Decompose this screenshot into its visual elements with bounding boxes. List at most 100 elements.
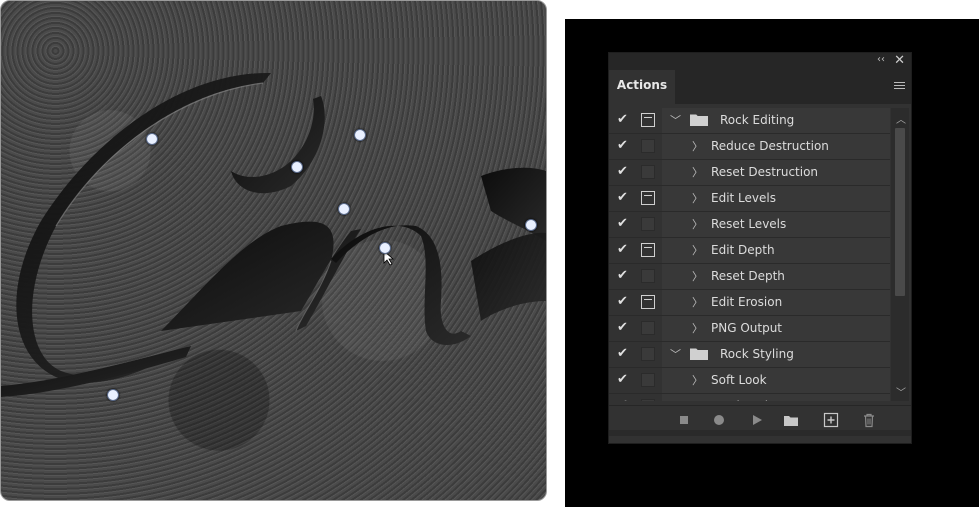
action-label: Reset Levels bbox=[711, 217, 787, 231]
chevron-right-icon[interactable]: 〉 bbox=[692, 216, 703, 232]
action-row[interactable]: ✔ 〉 PNG Output bbox=[609, 316, 890, 342]
check-icon[interactable]: ✔ bbox=[617, 373, 631, 387]
panel-title-bar: ‹‹ ✕ bbox=[609, 53, 911, 70]
check-icon[interactable]: ✔ bbox=[617, 269, 631, 283]
dialog-toggle-icon[interactable] bbox=[641, 113, 655, 127]
action-row[interactable]: ✔ 〉 Soft Look bbox=[609, 368, 890, 394]
dialog-toggle-icon[interactable] bbox=[641, 269, 655, 283]
control-point-handle[interactable] bbox=[107, 389, 119, 401]
action-row[interactable]: ✔ 〉 Hard Look bbox=[609, 394, 890, 401]
row-body[interactable]: 〉 Edit Levels bbox=[662, 186, 890, 211]
action-set-label: Rock Styling bbox=[720, 347, 794, 361]
action-set-row[interactable]: ✔ ﹀ Rock Editing bbox=[609, 108, 890, 134]
action-label: Soft Look bbox=[711, 373, 767, 387]
check-icon[interactable]: ✔ bbox=[617, 295, 631, 309]
action-row[interactable]: ✔ 〉 Reduce Destruction bbox=[609, 134, 890, 160]
chevron-right-icon[interactable]: 〉 bbox=[692, 164, 703, 180]
folder-icon bbox=[690, 114, 708, 126]
action-set-row[interactable]: ✔ ﹀ Rock Styling bbox=[609, 342, 890, 368]
check-icon[interactable]: ✔ bbox=[617, 321, 631, 335]
action-label: Reset Destruction bbox=[711, 165, 819, 179]
chevron-right-icon[interactable]: 〉 bbox=[692, 138, 703, 154]
dialog-toggle-icon[interactable] bbox=[641, 399, 655, 401]
action-row[interactable]: ✔ 〉 Edit Levels bbox=[609, 186, 890, 212]
play-icon[interactable] bbox=[749, 412, 765, 428]
row-body[interactable]: 〉 Edit Depth bbox=[662, 238, 890, 263]
stop-icon[interactable] bbox=[676, 412, 692, 428]
action-label: Hard Look bbox=[711, 399, 772, 401]
chevron-right-icon[interactable]: 〉 bbox=[692, 190, 703, 206]
action-row[interactable]: ✔ 〉 Edit Erosion bbox=[609, 290, 890, 316]
chevron-down-icon[interactable]: ﹀ bbox=[670, 346, 681, 362]
action-label: Edit Erosion bbox=[711, 295, 783, 309]
dialog-toggle-icon[interactable] bbox=[641, 217, 655, 231]
chevron-up-icon[interactable]: ︿ bbox=[896, 111, 906, 126]
check-icon[interactable]: ✔ bbox=[617, 191, 631, 205]
row-body[interactable]: 〉 PNG Output bbox=[662, 316, 890, 341]
row-body[interactable]: ﹀ Rock Editing bbox=[662, 108, 890, 133]
action-row[interactable]: ✔ 〉 Edit Depth bbox=[609, 238, 890, 264]
chevron-right-icon[interactable]: 〉 bbox=[692, 242, 703, 258]
chevron-right-icon[interactable]: 〉 bbox=[692, 372, 703, 388]
check-icon[interactable]: ✔ bbox=[617, 243, 631, 257]
tab-actions[interactable]: Actions bbox=[609, 70, 675, 104]
row-body[interactable]: 〉 Soft Look bbox=[662, 368, 890, 393]
scrollbar[interactable]: ︿ ﹀ bbox=[891, 108, 909, 401]
row-body[interactable]: 〉 Reduce Destruction bbox=[662, 134, 890, 159]
dialog-toggle-icon[interactable] bbox=[641, 165, 655, 179]
actions-panel: ‹‹ ✕ Actions ✔ ﹀ Rock Editing ✔ 〉 Reduce Dest… bbox=[608, 52, 912, 444]
dialog-toggle-icon[interactable] bbox=[641, 139, 655, 153]
control-point-handle[interactable] bbox=[354, 129, 366, 141]
control-point-handle[interactable] bbox=[146, 133, 158, 145]
control-point-handle[interactable] bbox=[291, 161, 303, 173]
scroll-thumb[interactable] bbox=[895, 128, 905, 296]
action-set-label: Rock Editing bbox=[720, 113, 795, 127]
rock-canvas[interactable] bbox=[0, 0, 547, 501]
row-body[interactable]: 〉 Reset Levels bbox=[662, 212, 890, 237]
panel-tab-bar: Actions bbox=[609, 70, 911, 104]
close-icon[interactable]: ✕ bbox=[894, 53, 905, 68]
chevron-right-icon[interactable]: 〉 bbox=[692, 398, 703, 401]
dialog-toggle-icon[interactable] bbox=[641, 347, 655, 361]
dialog-toggle-icon[interactable] bbox=[641, 191, 655, 205]
action-row[interactable]: ✔ 〉 Reset Depth bbox=[609, 264, 890, 290]
collapse-icon[interactable]: ‹‹ bbox=[877, 54, 885, 65]
action-label: PNG Output bbox=[711, 321, 783, 335]
trash-icon[interactable] bbox=[861, 412, 877, 428]
record-icon[interactable] bbox=[711, 412, 727, 428]
control-point-handle[interactable] bbox=[338, 203, 350, 215]
new-action-icon[interactable] bbox=[823, 412, 839, 428]
dialog-toggle-icon[interactable] bbox=[641, 321, 655, 335]
check-icon[interactable]: ✔ bbox=[617, 139, 631, 153]
chevron-down-icon[interactable]: ﹀ bbox=[670, 112, 681, 128]
control-point-handle[interactable] bbox=[379, 242, 391, 254]
chevron-right-icon[interactable]: 〉 bbox=[692, 320, 703, 336]
action-row[interactable]: ✔ 〉 Reset Destruction bbox=[609, 160, 890, 186]
check-icon[interactable]: ✔ bbox=[617, 217, 631, 231]
chevron-right-icon[interactable]: 〉 bbox=[692, 268, 703, 284]
row-body[interactable]: 〉 Hard Look bbox=[662, 394, 890, 401]
dialog-toggle-icon[interactable] bbox=[641, 295, 655, 309]
check-icon[interactable]: ✔ bbox=[617, 347, 631, 361]
carved-lettering bbox=[1, 72, 546, 397]
row-body[interactable]: 〉 Edit Erosion bbox=[662, 290, 890, 315]
control-point-handle[interactable] bbox=[525, 219, 537, 231]
panel-resize-grip[interactable] bbox=[609, 430, 911, 436]
check-icon[interactable]: ✔ bbox=[617, 165, 631, 179]
actions-list: ✔ ﹀ Rock Editing ✔ 〉 Reduce Destruction ✔ 〉 Rese… bbox=[609, 108, 890, 401]
action-label: Reduce Destruction bbox=[711, 139, 829, 153]
dialog-toggle-icon[interactable] bbox=[641, 373, 655, 387]
row-body[interactable]: 〉 Reset Depth bbox=[662, 264, 890, 289]
check-icon[interactable]: ✔ bbox=[617, 113, 631, 127]
action-label: Edit Depth bbox=[711, 243, 775, 257]
actions-toolbar bbox=[609, 405, 911, 436]
action-row[interactable]: ✔ 〉 Reset Levels bbox=[609, 212, 890, 238]
folder-icon[interactable] bbox=[783, 412, 799, 428]
check-icon[interactable]: ✔ bbox=[617, 399, 631, 402]
row-body[interactable]: 〉 Reset Destruction bbox=[662, 160, 890, 185]
dialog-toggle-icon[interactable] bbox=[641, 243, 655, 257]
chevron-down-icon[interactable]: ﹀ bbox=[896, 384, 906, 399]
panel-menu-icon[interactable] bbox=[894, 82, 905, 91]
row-body[interactable]: ﹀ Rock Styling bbox=[662, 342, 890, 367]
chevron-right-icon[interactable]: 〉 bbox=[692, 294, 703, 310]
